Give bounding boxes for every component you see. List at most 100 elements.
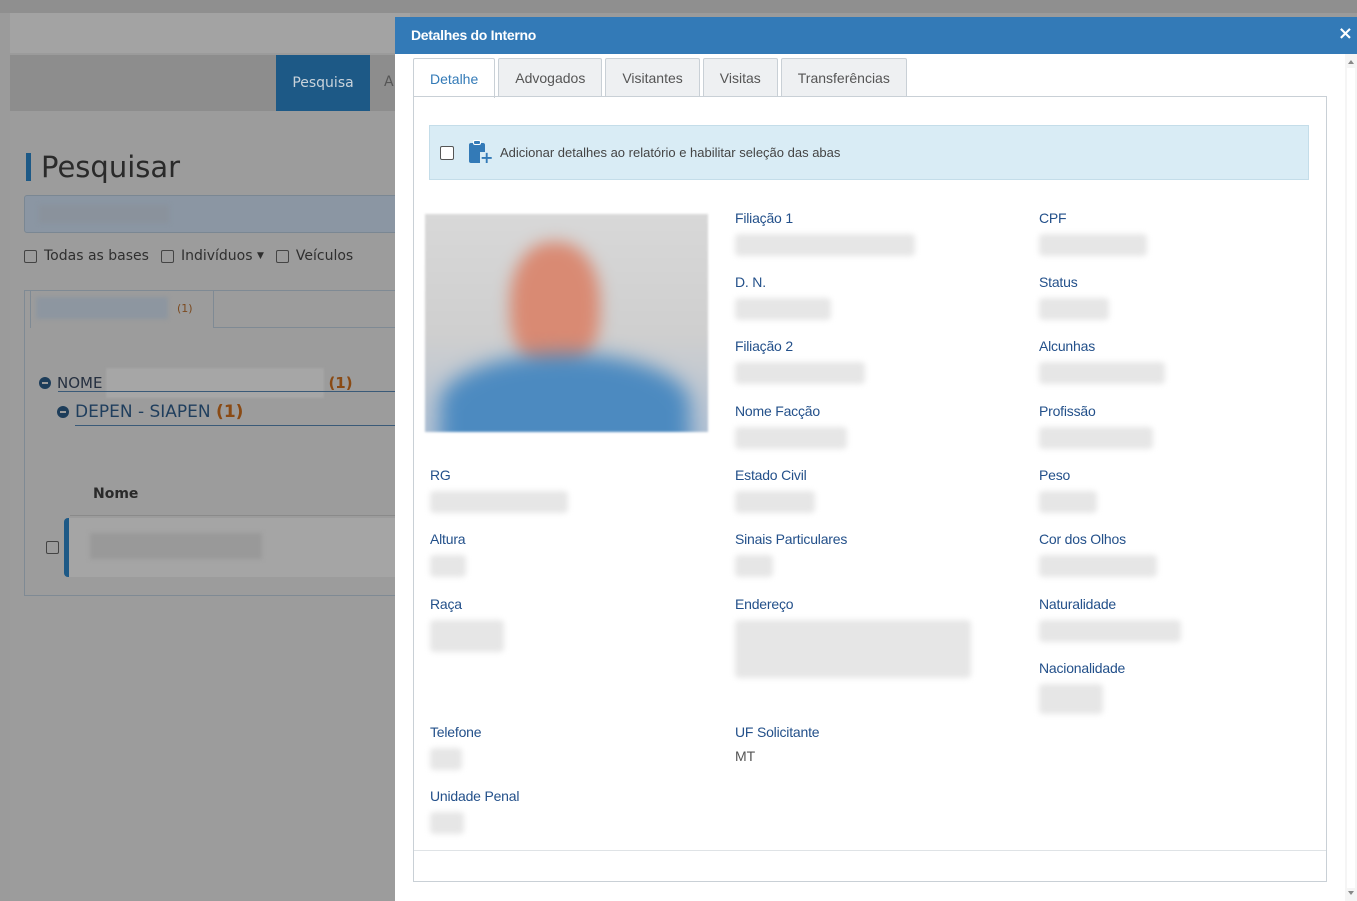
clipboard-add-icon: +: [466, 139, 493, 166]
filter-row: Todas as bases Indivíduos ▼ Veículos: [24, 248, 353, 264]
field-label: Endereço: [735, 596, 794, 612]
field-value-redacted: [1039, 234, 1147, 256]
search-input[interactable]: [24, 195, 404, 233]
field-value: MT: [735, 748, 756, 764]
field-unidade-penal: Unidade Penal: [430, 788, 630, 834]
field-label: Nome Facção: [735, 403, 820, 419]
field-dn: D. N.: [735, 274, 935, 320]
tree-node-nome[interactable]: NOME (1): [39, 368, 353, 398]
modal-title: Detalhes do Interno: [411, 27, 536, 43]
caret-down-icon: ▼: [256, 251, 264, 261]
checkbox-icon[interactable]: [24, 249, 37, 263]
field-uf-solicitante: UF Solicitante MT: [735, 724, 935, 764]
checkbox-icon[interactable]: [160, 249, 174, 263]
tab-visitas[interactable]: Visitas: [702, 58, 778, 97]
tab-advogados[interactable]: Advogados: [498, 58, 603, 97]
tab-transferencias[interactable]: Transferências: [780, 58, 907, 97]
row-checkbox[interactable]: [46, 541, 59, 554]
filter-todas-bases[interactable]: Todas as bases: [24, 248, 149, 264]
field-label: Filiação 2: [735, 338, 793, 354]
field-label: Alcunhas: [1039, 338, 1095, 354]
collapse-icon[interactable]: [57, 406, 69, 418]
field-filiacao-1: Filiação 1: [735, 210, 935, 256]
scrollbar-thumb[interactable]: [1347, 68, 1355, 888]
field-label: UF Solicitante: [735, 724, 820, 740]
field-value-redacted: [735, 620, 971, 678]
results-tab[interactable]: (1): [30, 290, 214, 328]
field-label: Nacionalidade: [1039, 660, 1126, 676]
field-label: RG: [430, 467, 451, 483]
field-label: Status: [1039, 274, 1078, 290]
tab-visitantes[interactable]: Visitantes: [605, 58, 700, 97]
page-title: Pesquisar: [26, 150, 180, 184]
table-header-divider: [70, 515, 410, 516]
modal-scrollbar[interactable]: [1345, 54, 1357, 901]
field-value-redacted: [430, 555, 466, 577]
field-value-redacted: [1039, 555, 1157, 577]
field-label: Telefone: [430, 724, 482, 740]
tab-divider: [214, 327, 410, 328]
field-value-redacted: [735, 555, 773, 577]
info-bar-text: Adicionar detalhes ao relatório e habili…: [500, 145, 841, 160]
nav-tab-next[interactable]: A: [384, 74, 394, 90]
field-label: Cor dos Olhos: [1039, 531, 1126, 547]
field-status: Status: [1039, 274, 1239, 320]
field-label: Altura: [430, 531, 466, 547]
field-value-redacted: [430, 620, 504, 652]
field-label: Naturalidade: [1039, 596, 1116, 612]
tree-node-source[interactable]: DEPEN - SIAPEN (1): [57, 402, 243, 422]
field-value-redacted: [430, 491, 568, 513]
nav-tab-pesquisa[interactable]: Pesquisa: [276, 55, 370, 111]
field-value-redacted: [735, 298, 831, 320]
results-tab-count: (1): [177, 302, 193, 315]
field-value-redacted: [1039, 684, 1103, 714]
field-label: Profissão: [1039, 403, 1096, 419]
field-alcunhas: Alcunhas: [1039, 338, 1239, 384]
field-value-redacted: [1039, 620, 1181, 642]
field-value-redacted: [1039, 427, 1153, 449]
scroll-up-arrow-icon[interactable]: [1348, 60, 1354, 64]
tab-detalhe[interactable]: Detalhe: [413, 58, 496, 98]
checkbox-icon[interactable]: [275, 249, 289, 263]
filter-individuos[interactable]: Indivíduos ▼: [160, 248, 264, 264]
field-value-redacted: [735, 362, 865, 384]
field-value-redacted: [1039, 298, 1109, 320]
field-peso: Peso: [1039, 467, 1239, 513]
scroll-down-arrow-icon[interactable]: [1348, 891, 1354, 895]
field-altura: Altura: [430, 531, 630, 577]
tree-node-underline: [58, 391, 410, 392]
field-rg: RG: [430, 467, 630, 513]
table-header-nome: Nome: [93, 486, 139, 502]
tree-node-source-count: (1): [216, 402, 244, 422]
field-endereco: Endereço: [735, 596, 995, 678]
field-raca: Raça: [430, 596, 630, 652]
search-input-value-redacted: [39, 205, 169, 223]
filter-veiculos[interactable]: Veículos: [275, 248, 353, 264]
tree-node-nome-label: NOME: [57, 374, 103, 392]
add-to-report-checkbox[interactable]: [440, 145, 454, 160]
field-label: Raça: [430, 596, 462, 612]
tree-node-underline: [75, 425, 410, 426]
field-cor-dos-olhos: Cor dos Olhos: [1039, 531, 1239, 577]
modal-tabs: Detalhe Advogados Visitantes Visitas Tra…: [413, 58, 910, 98]
field-value-redacted: [1039, 491, 1097, 513]
title-accent-bar: [26, 153, 31, 181]
field-telefone: Telefone: [430, 724, 630, 770]
close-icon[interactable]: ×: [1338, 25, 1353, 43]
field-nacionalidade: Nacionalidade: [1039, 660, 1239, 714]
inmate-photo: [425, 214, 708, 432]
field-value-redacted: [735, 234, 915, 256]
report-info-bar: + Adicionar detalhes ao relatório e habi…: [429, 125, 1309, 180]
field-value-redacted: [735, 491, 815, 513]
detail-modal: Detalhes do Interno × Detalhe Advogados …: [395, 17, 1357, 901]
table-row[interactable]: [64, 518, 410, 577]
tree-node-nome-value-redacted: [106, 368, 325, 398]
app-header: [10, 13, 410, 53]
field-label: D. N.: [735, 274, 766, 290]
field-label: CPF: [1039, 210, 1067, 226]
field-cpf: CPF: [1039, 210, 1239, 256]
collapse-icon[interactable]: [39, 377, 51, 389]
field-value-redacted: [430, 812, 464, 834]
field-naturalidade: Naturalidade: [1039, 596, 1239, 642]
top-strip: [0, 0, 1357, 13]
